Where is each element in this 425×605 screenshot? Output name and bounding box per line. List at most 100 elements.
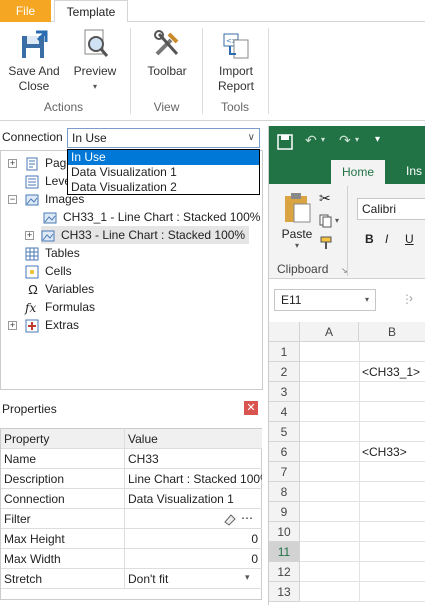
- underline-button[interactable]: U: [405, 232, 414, 246]
- tree-item-label: Formulas: [45, 300, 96, 314]
- chevron-down-icon[interactable]: ▾: [365, 290, 369, 310]
- select-all-corner[interactable]: [269, 322, 300, 342]
- import-report-button[interactable]: <x> Import Report: [210, 28, 262, 94]
- column-header-a[interactable]: A: [300, 322, 359, 342]
- excel-tab-home[interactable]: Home: [331, 160, 385, 184]
- cell-b2[interactable]: <CH33_1>: [362, 362, 420, 382]
- property-value[interactable]: 0: [126, 549, 262, 569]
- connection-selected-value: In Use: [72, 131, 107, 145]
- tree-item-tables[interactable]: Tables: [25, 244, 80, 262]
- save-and-close-button[interactable]: Save And Close: [6, 28, 62, 94]
- grid-row[interactable]: [300, 582, 425, 602]
- tree-item-image-ch33-1[interactable]: CH33_1 - Line Chart : Stacked 100%: [43, 208, 260, 226]
- connection-option[interactable]: Data Visualization 1: [68, 165, 259, 180]
- font-name-box[interactable]: Calibri: [357, 198, 425, 220]
- properties-grid: Property Value Name CH33 Description Lin…: [0, 428, 262, 600]
- row-header[interactable]: 9: [269, 502, 300, 522]
- row-header[interactable]: 10: [269, 522, 300, 542]
- tree-item-label: Tables: [45, 246, 80, 260]
- italic-button[interactable]: I: [385, 232, 388, 246]
- tree-item-variables[interactable]: Ω Variables: [25, 280, 94, 298]
- grid-row[interactable]: [300, 482, 425, 502]
- collapse-toggle[interactable]: −: [8, 195, 17, 204]
- tab-template[interactable]: Template: [54, 0, 128, 23]
- row-header[interactable]: 13: [269, 582, 300, 602]
- row-header[interactable]: 4: [269, 402, 300, 422]
- row-header-active[interactable]: 11: [269, 542, 300, 562]
- grid-row[interactable]: [300, 382, 425, 402]
- excel-tab-insert[interactable]: Ins: [406, 164, 422, 178]
- preview-button[interactable]: Preview ▾: [70, 28, 120, 94]
- connection-option[interactable]: In Use: [68, 150, 259, 165]
- grid-row[interactable]: [300, 462, 425, 482]
- tree-item-image-ch33[interactable]: CH33 - Line Chart : Stacked 100%: [41, 226, 250, 244]
- property-row[interactable]: Description Line Chart : Stacked 100%: [1, 469, 262, 489]
- clipboard-group-label: Clipboard: [277, 262, 329, 276]
- property-row[interactable]: Filter ⋯: [1, 509, 262, 529]
- paste-dropdown-icon[interactable]: ▾: [277, 241, 317, 250]
- cut-icon[interactable]: ✂: [319, 190, 331, 207]
- grid-row[interactable]: [300, 402, 425, 422]
- copy-icon[interactable]: [319, 214, 333, 231]
- row-header[interactable]: 8: [269, 482, 300, 502]
- property-row[interactable]: Stretch Don't fit ▾: [1, 569, 262, 589]
- expand-toggle[interactable]: +: [8, 159, 17, 168]
- property-value[interactable]: Don't fit: [126, 569, 262, 589]
- property-value[interactable]: 0: [126, 529, 262, 549]
- expand-toggle[interactable]: +: [25, 231, 34, 240]
- excel-title-bar: ↶ ▾ ↷ ▾ ▾: [269, 126, 425, 158]
- property-value[interactable]: Data Visualization 1: [126, 489, 262, 509]
- format-painter-icon[interactable]: [319, 236, 333, 253]
- tree-item-cells[interactable]: Cells: [25, 262, 72, 280]
- paste-button[interactable]: Paste ▾: [277, 192, 317, 250]
- property-row[interactable]: Max Width 0: [1, 549, 262, 569]
- chevron-down-icon[interactable]: ∨: [248, 129, 255, 147]
- ellipsis-button[interactable]: ⋯: [241, 509, 253, 527]
- connection-select[interactable]: In Use ∨: [67, 128, 260, 148]
- toolbar-button[interactable]: Toolbar: [143, 28, 191, 79]
- column-header-b[interactable]: B: [359, 322, 425, 342]
- undo-icon[interactable]: ↶: [305, 132, 317, 149]
- grid-row[interactable]: [300, 562, 425, 582]
- row-header[interactable]: 6: [269, 442, 300, 462]
- property-row[interactable]: Max Height 0: [1, 529, 262, 549]
- tree-item-extras[interactable]: Extras: [25, 316, 79, 334]
- row-header[interactable]: 2: [269, 362, 300, 382]
- copy-dropdown-icon[interactable]: ▾: [335, 216, 339, 225]
- expand-toggle[interactable]: +: [8, 321, 17, 330]
- redo-dropdown-icon[interactable]: ▾: [355, 135, 359, 144]
- row-header[interactable]: 3: [269, 382, 300, 402]
- import-report-label: Import Report: [217, 64, 255, 93]
- customize-toolbar-icon[interactable]: ▾: [375, 134, 380, 145]
- tab-file[interactable]: File: [0, 0, 51, 22]
- preview-label: Preview: [73, 64, 117, 78]
- column-header-property: Property: [1, 429, 125, 449]
- property-value[interactable]: Line Chart : Stacked 100%: [126, 469, 262, 489]
- eraser-icon[interactable]: [223, 512, 237, 529]
- grid-row[interactable]: [300, 522, 425, 542]
- grid-row[interactable]: [300, 502, 425, 522]
- undo-dropdown-icon[interactable]: ▾: [321, 135, 325, 144]
- chevron-right-icon[interactable]: ›: [409, 291, 413, 305]
- cell-b6[interactable]: <CH33>: [362, 442, 407, 462]
- row-header[interactable]: 12: [269, 562, 300, 582]
- excel-tab-bar: Home Ins: [269, 158, 425, 184]
- grid-row[interactable]: [300, 422, 425, 442]
- row-header[interactable]: 1: [269, 342, 300, 362]
- save-icon[interactable]: [277, 134, 293, 153]
- connection-option[interactable]: Data Visualization 2: [68, 180, 259, 195]
- grid-row[interactable]: [300, 342, 425, 362]
- row-header[interactable]: 7: [269, 462, 300, 482]
- chevron-down-icon[interactable]: ▾: [245, 572, 250, 583]
- name-box[interactable]: E11 ▾: [274, 289, 376, 311]
- grid-row[interactable]: [300, 542, 425, 562]
- row-header[interactable]: 5: [269, 422, 300, 442]
- close-icon[interactable]: ✕: [244, 401, 258, 415]
- property-value[interactable]: CH33: [126, 449, 262, 469]
- property-row[interactable]: Connection Data Visualization 1: [1, 489, 262, 509]
- property-row[interactable]: Name CH33: [1, 449, 262, 469]
- bold-button[interactable]: B: [365, 232, 374, 246]
- tree-item-formulas[interactable]: fx Formulas: [25, 298, 95, 316]
- redo-icon[interactable]: ↷: [339, 132, 351, 149]
- function-icon: fx: [25, 300, 37, 315]
